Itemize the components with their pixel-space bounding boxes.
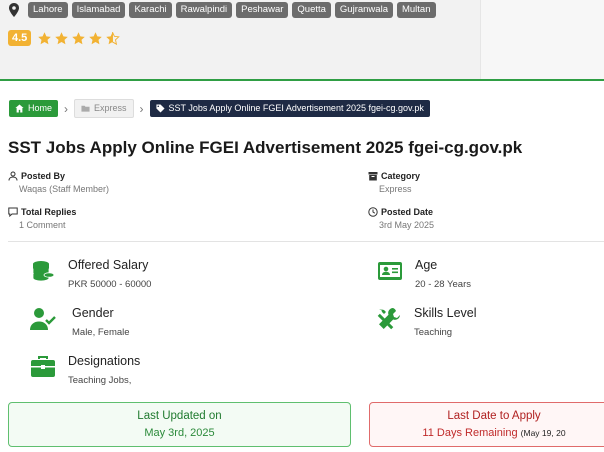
category-value[interactable]: Express bbox=[379, 184, 420, 194]
comment-icon bbox=[8, 207, 18, 217]
meta-divider bbox=[8, 241, 604, 242]
star-icon bbox=[55, 31, 69, 44]
rating: 4.5 bbox=[8, 30, 121, 46]
posted-by-label: Posted By bbox=[21, 171, 66, 181]
skills-level: Skills Level Teaching bbox=[376, 306, 477, 338]
city-tag[interactable]: Multan bbox=[396, 2, 436, 18]
star-icon bbox=[89, 31, 103, 44]
days-remaining: 11 Days Remaining bbox=[422, 427, 518, 439]
skills-level-label: Skills Level bbox=[414, 306, 477, 320]
last-updated-label: Last Updated on bbox=[137, 410, 222, 422]
briefcase-icon bbox=[31, 356, 55, 377]
section-divider bbox=[0, 79, 604, 81]
location-pin-icon bbox=[9, 3, 19, 17]
folder-icon bbox=[81, 105, 90, 112]
last-updated-box: Last Updated on May 3rd, 2025 bbox=[8, 402, 351, 447]
breadcrumb-current-label: SST Jobs Apply Online FGEI Advertisement… bbox=[168, 103, 424, 113]
breadcrumb-category-label: Express bbox=[94, 103, 127, 113]
breadcrumb-category[interactable]: Express bbox=[74, 99, 134, 118]
deadline-box: Last Date to Apply 11 Days Remaining (Ma… bbox=[369, 402, 604, 447]
designations-value[interactable]: Teaching Jobs, bbox=[68, 375, 140, 386]
city-tag[interactable]: Peshawar bbox=[236, 2, 289, 18]
posted-date-value: 3rd May 2025 bbox=[379, 220, 435, 230]
posted-date: Posted Date 3rd May 2025 bbox=[368, 207, 434, 230]
coins-icon bbox=[32, 261, 55, 282]
breadcrumb: Home › Express › SST Jobs Apply Online F… bbox=[9, 99, 430, 118]
offered-salary-value: PKR 50000 - 60000 bbox=[68, 279, 152, 290]
designations: Designations Teaching Jobs, bbox=[30, 354, 140, 386]
total-replies-value[interactable]: 1 Comment bbox=[19, 220, 76, 230]
star-half-icon bbox=[106, 31, 121, 45]
tools-icon bbox=[377, 308, 400, 330]
deadline-value: 11 Days Remaining (May 19, 20 bbox=[370, 427, 604, 439]
posted-by: Posted By Waqas (Staff Member) bbox=[8, 171, 109, 194]
city-tag[interactable]: Karachi bbox=[129, 2, 172, 18]
rating-stars bbox=[37, 31, 121, 46]
city-tags: Lahore Islamabad Karachi Rawalpindi Pesh… bbox=[8, 2, 436, 18]
total-replies: Total Replies 1 Comment bbox=[8, 207, 76, 230]
archive-icon bbox=[368, 172, 378, 181]
category-label: Category bbox=[381, 171, 421, 181]
user-check-icon bbox=[30, 308, 56, 330]
id-card-icon bbox=[378, 262, 402, 280]
category: Category Express bbox=[368, 171, 420, 194]
gender-label: Gender bbox=[72, 306, 114, 320]
skills-level-value: Teaching bbox=[414, 327, 453, 338]
star-icon bbox=[38, 31, 52, 44]
home-icon bbox=[15, 104, 24, 113]
age-label: Age bbox=[415, 258, 438, 272]
city-tag[interactable]: Gujranwala bbox=[334, 2, 393, 18]
age-value: 20 - 28 Years bbox=[415, 279, 471, 290]
city-tag[interactable]: Quetta bbox=[292, 2, 331, 18]
offered-salary-label: Offered Salary bbox=[68, 258, 149, 272]
breadcrumb-home[interactable]: Home bbox=[9, 100, 59, 117]
city-tag[interactable]: Lahore bbox=[28, 2, 68, 18]
last-updated-value: May 3rd, 2025 bbox=[144, 427, 215, 439]
posted-date-label: Posted Date bbox=[381, 207, 434, 217]
breadcrumb-current: SST Jobs Apply Online FGEI Advertisement… bbox=[149, 100, 430, 117]
chevron-right-icon: › bbox=[139, 101, 144, 116]
clock-icon bbox=[368, 207, 378, 217]
deadline-label: Last Date to Apply bbox=[447, 410, 541, 422]
total-replies-label: Total Replies bbox=[21, 207, 77, 217]
gender: Gender Male, Female bbox=[30, 306, 130, 338]
rating-score: 4.5 bbox=[8, 30, 32, 46]
offered-salary: Offered Salary PKR 50000 - 60000 bbox=[30, 258, 151, 290]
posted-by-value[interactable]: Waqas (Staff Member) bbox=[19, 184, 109, 194]
deadline-date: (May 19, 20 bbox=[520, 428, 566, 438]
user-icon bbox=[8, 171, 18, 181]
city-tag[interactable]: Rawalpindi bbox=[175, 2, 233, 18]
gender-value: Male, Female bbox=[72, 327, 130, 338]
chevron-right-icon: › bbox=[64, 101, 69, 116]
star-icon bbox=[72, 31, 86, 44]
city-tag[interactable]: Islamabad bbox=[71, 2, 126, 18]
designations-label: Designations bbox=[68, 354, 141, 368]
breadcrumb-home-label: Home bbox=[28, 103, 53, 113]
page-title: SST Jobs Apply Online FGEI Advertisement… bbox=[8, 138, 523, 157]
age: Age 20 - 28 Years bbox=[377, 258, 471, 290]
tag-icon bbox=[155, 104, 165, 113]
top-right-panel bbox=[480, 0, 604, 80]
